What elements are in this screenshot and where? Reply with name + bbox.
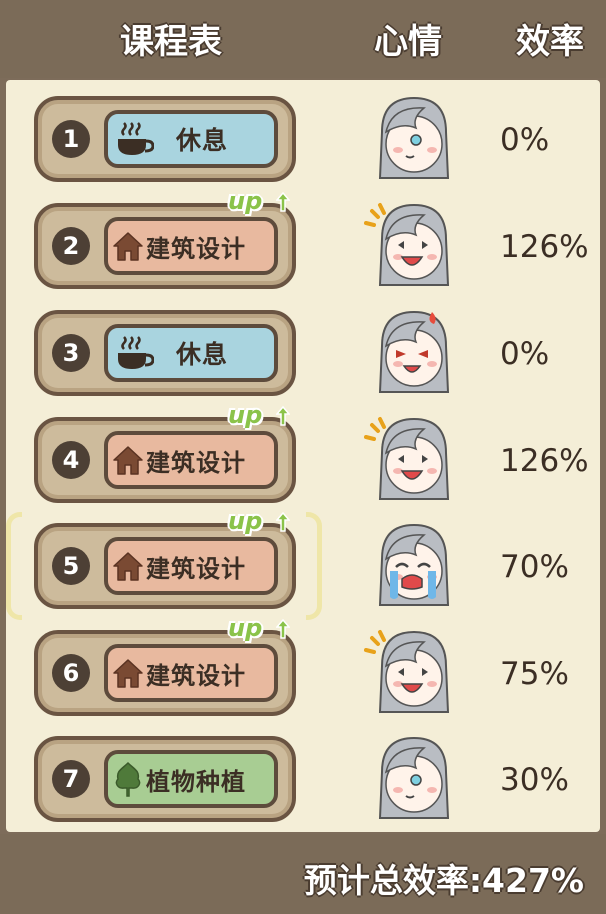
header-bar: 课程表 心情 效率 <box>0 0 606 78</box>
slot-number: 4 <box>52 441 90 479</box>
course-label: 建筑设计 <box>146 661 246 690</box>
mood-column-title: 心情 <box>374 22 442 62</box>
up-arrow-icon <box>275 511 291 533</box>
course-label: 建筑设计 <box>146 448 246 477</box>
schedule-slot-5[interactable]: 5 建筑设计 <box>34 523 296 609</box>
efficiency-column-title: 效率 <box>516 22 584 62</box>
course-card-build[interactable]: 建筑设计 <box>104 644 278 702</box>
house-icon <box>113 659 143 688</box>
mood-happy-icon <box>362 199 458 287</box>
course-label: 植物种植 <box>146 767 246 796</box>
schedule-slot-7[interactable]: 7 植物种植 <box>34 736 296 822</box>
course-label: 建筑设计 <box>146 554 246 583</box>
efficiency-value: 0% <box>500 336 550 372</box>
up-badge: up <box>228 401 263 429</box>
course-card-build[interactable]: 建筑设计 <box>104 217 278 275</box>
up-arrow-icon <box>275 191 291 213</box>
up-badge: up <box>228 507 263 535</box>
leaf-icon <box>115 761 141 797</box>
course-card-build[interactable]: 建筑设计 <box>104 431 278 489</box>
slot-number: 5 <box>52 547 90 585</box>
slot-number: 2 <box>52 227 90 265</box>
course-label: 休息 <box>176 340 229 369</box>
mood-crying-icon <box>362 519 458 607</box>
slot-number: 7 <box>52 760 90 798</box>
cup-icon <box>118 122 154 155</box>
efficiency-value: 126% <box>500 229 589 265</box>
course-card-rest[interactable]: 休息 <box>104 324 278 382</box>
up-badge: up <box>228 187 263 215</box>
schedule-slot-6[interactable]: 6 建筑设计 <box>34 630 296 716</box>
up-arrow-icon <box>275 405 291 427</box>
schedule-slot-3[interactable]: 3 休息 <box>34 310 296 396</box>
up-arrow-icon <box>275 618 291 640</box>
mood-neutral-icon <box>362 92 458 180</box>
selection-bracket-left <box>6 512 22 620</box>
total-efficiency: 预计总效率:427% <box>303 861 584 900</box>
course-card-plant[interactable]: 植物种植 <box>104 750 278 808</box>
efficiency-value: 126% <box>500 443 589 479</box>
mood-neutral-icon <box>362 732 458 820</box>
house-icon <box>113 446 143 475</box>
course-card-rest[interactable]: 休息 <box>104 110 278 168</box>
efficiency-value: 0% <box>500 122 550 158</box>
course-label: 建筑设计 <box>146 234 246 263</box>
up-badge: up <box>228 614 263 642</box>
slot-number: 3 <box>52 334 90 372</box>
mood-happy-icon <box>362 626 458 714</box>
slot-number: 1 <box>52 120 90 158</box>
selection-bracket-right <box>306 512 322 620</box>
mood-angry-icon <box>362 306 458 394</box>
mood-happy-icon <box>362 413 458 501</box>
efficiency-value: 75% <box>500 656 569 692</box>
schedule-slot-2[interactable]: 2 建筑设计 <box>34 203 296 289</box>
house-icon <box>113 552 143 581</box>
efficiency-value: 30% <box>500 762 569 798</box>
schedule-slot-1[interactable]: 1 休息 <box>34 96 296 182</box>
schedule-window: 课程表 心情 效率 1 休息 0% 2 建筑设计 up 126% 3 休息 0% 4 建筑设计 up 12… <box>0 0 606 914</box>
course-label: 休息 <box>176 126 229 155</box>
slot-number: 6 <box>52 654 90 692</box>
schedule-title: 课程表 <box>120 22 222 62</box>
course-card-build[interactable]: 建筑设计 <box>104 537 278 595</box>
house-icon <box>113 232 143 261</box>
footer-bar: 预计总效率:427% <box>0 834 606 914</box>
cup-icon <box>118 336 154 369</box>
schedule-slot-4[interactable]: 4 建筑设计 <box>34 417 296 503</box>
efficiency-value: 70% <box>500 549 569 585</box>
